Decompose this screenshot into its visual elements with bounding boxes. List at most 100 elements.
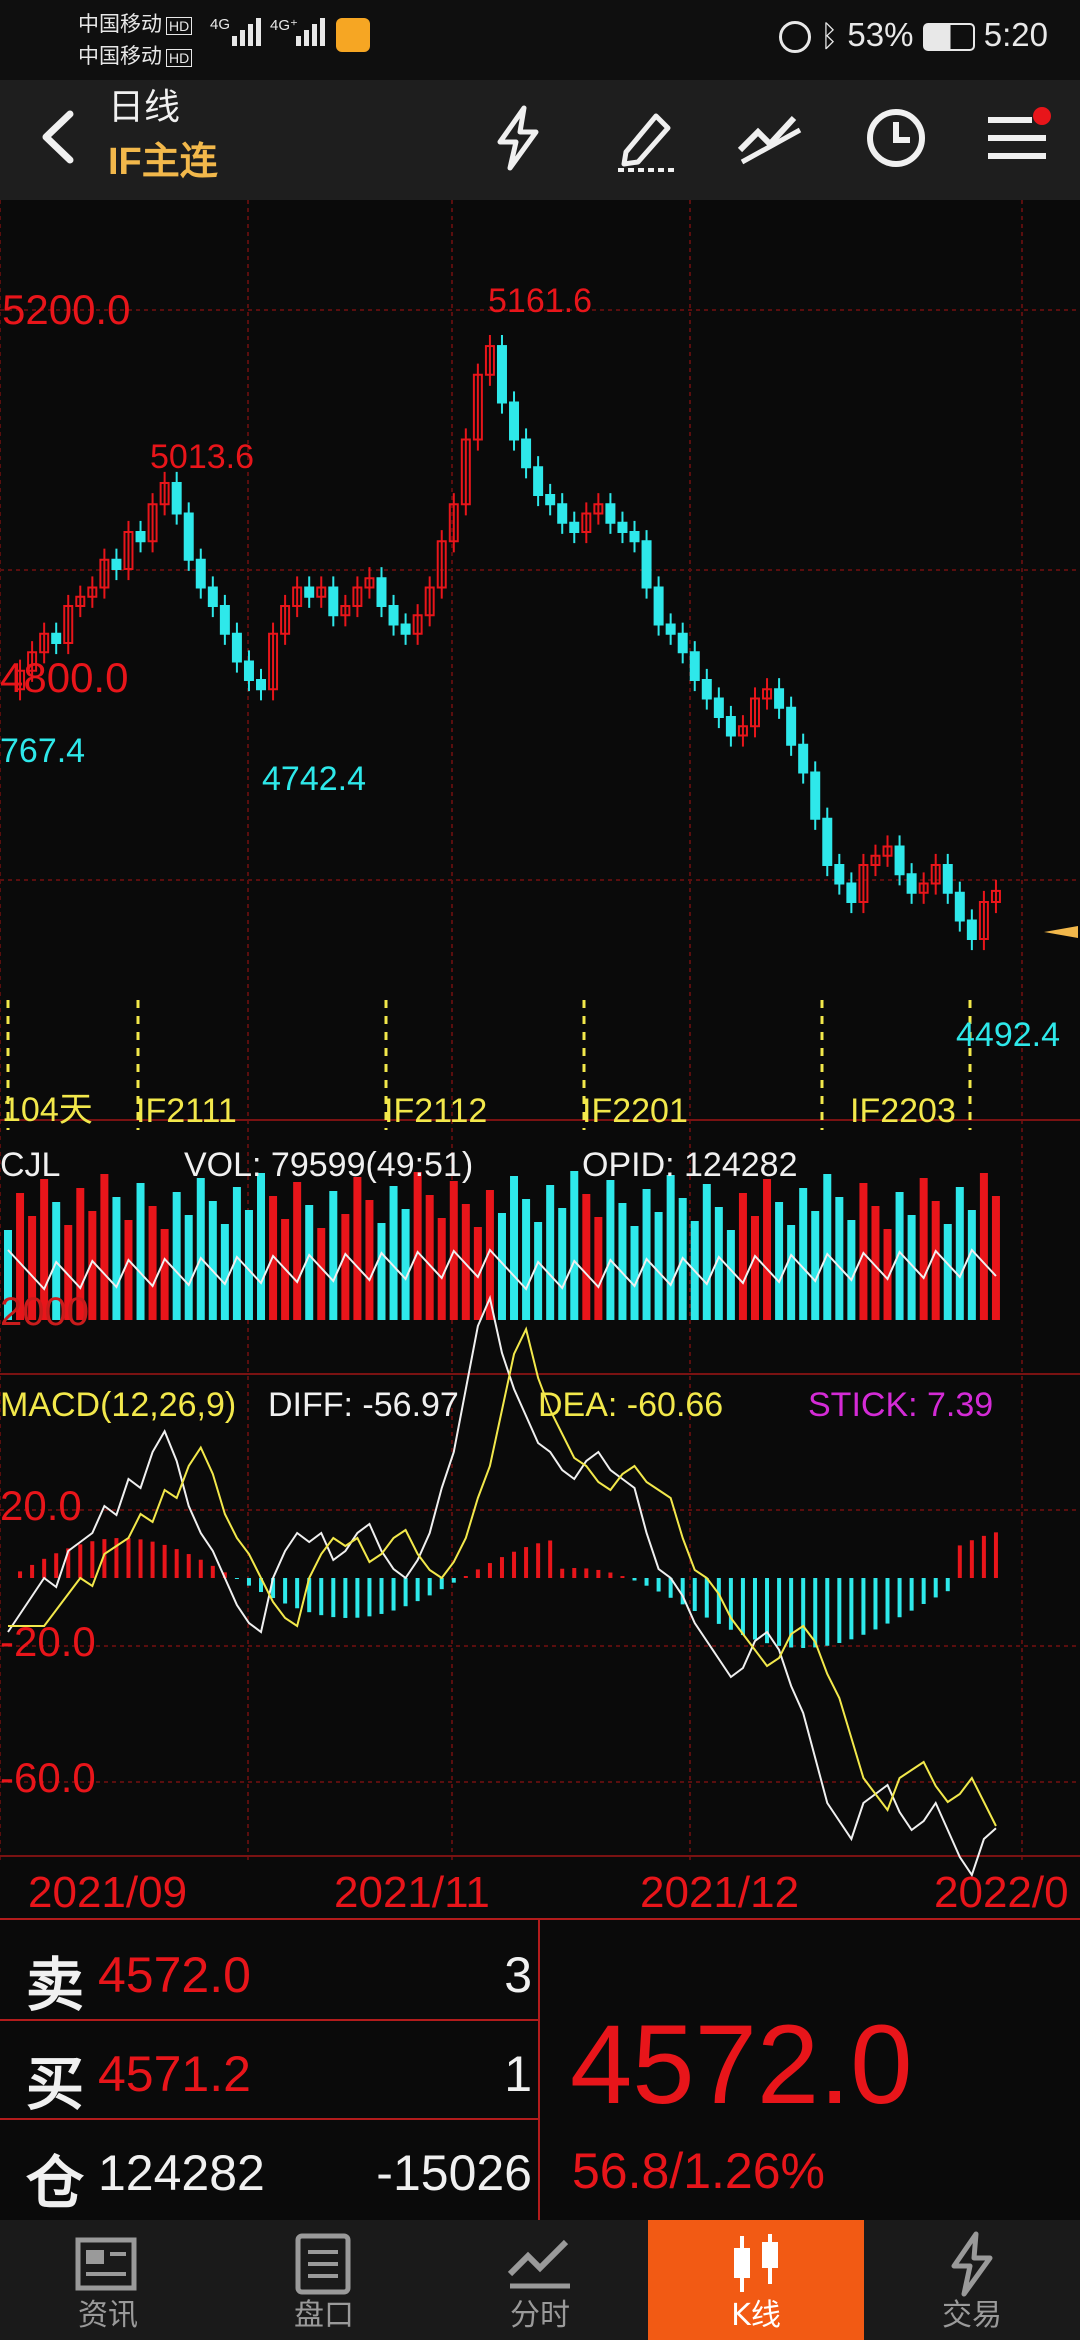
candle-body bbox=[906, 873, 917, 894]
tab-intraday[interactable]: 分时 bbox=[432, 2220, 648, 2340]
volume-bar bbox=[244, 1210, 253, 1320]
min-price-label: 4492.4 bbox=[956, 1016, 1060, 1054]
volume-bar bbox=[293, 1182, 302, 1320]
lightning-icon[interactable] bbox=[482, 102, 554, 174]
volume-bar bbox=[546, 1185, 555, 1320]
volume-bar bbox=[967, 1210, 976, 1320]
network-1: 4G bbox=[210, 16, 231, 33]
macd-stick bbox=[126, 1538, 131, 1578]
volume-bar bbox=[112, 1197, 121, 1320]
volume-bar bbox=[955, 1187, 964, 1320]
macd-stick bbox=[813, 1578, 818, 1648]
alarm-icon bbox=[779, 21, 812, 54]
volume-bar bbox=[847, 1220, 856, 1320]
sell-volume: 3 bbox=[504, 1947, 532, 2003]
app-notification-icon bbox=[336, 18, 370, 52]
candle-body bbox=[557, 503, 568, 524]
candle-body bbox=[219, 605, 230, 635]
candle-body bbox=[400, 623, 411, 635]
macd-stick bbox=[512, 1551, 517, 1578]
sell-row[interactable]: 卖 4572.0 3 bbox=[0, 1920, 538, 2021]
macd-stick bbox=[656, 1578, 661, 1592]
back-icon[interactable] bbox=[26, 102, 96, 172]
panel-divider bbox=[538, 1920, 540, 2222]
macd-stick bbox=[475, 1569, 480, 1578]
macd-stick bbox=[234, 1578, 239, 1580]
candle-body bbox=[629, 531, 640, 543]
left-low-label: 767.4 bbox=[0, 732, 86, 770]
volume-bar bbox=[750, 1216, 759, 1320]
volume-bar bbox=[136, 1183, 145, 1320]
macd-stick bbox=[391, 1578, 396, 1611]
pen-icon[interactable] bbox=[610, 102, 682, 174]
volume-bar bbox=[618, 1203, 627, 1320]
contract-name[interactable]: IF主连 bbox=[108, 130, 218, 185]
volume-bar bbox=[991, 1196, 1000, 1320]
macd-stick bbox=[30, 1564, 35, 1578]
macd-stick bbox=[427, 1578, 432, 1596]
date-axis-sep: 2021/09 bbox=[28, 1868, 188, 1917]
volume-bar bbox=[775, 1202, 784, 1320]
bottom-tab-bar: 资讯 盘口 分时 K线 交易 bbox=[0, 2220, 1080, 2340]
tab-orderbook-label: 盘口 bbox=[294, 2298, 354, 2333]
candle-body bbox=[207, 586, 218, 607]
candle-body bbox=[304, 586, 315, 598]
macd-stick bbox=[620, 1576, 625, 1578]
candle-body bbox=[798, 743, 809, 774]
network-2: 4G⁺ bbox=[270, 17, 298, 34]
macd-stick bbox=[90, 1541, 95, 1578]
open-interest-change: -15026 bbox=[376, 2145, 532, 2201]
volume-bar bbox=[522, 1199, 531, 1320]
menu-icon[interactable] bbox=[984, 102, 1056, 174]
macd-stick bbox=[487, 1563, 492, 1578]
volume-bar bbox=[582, 1194, 591, 1320]
macd-stick bbox=[584, 1568, 589, 1578]
buy-volume: 1 bbox=[504, 2046, 532, 2102]
macd-stick bbox=[777, 1578, 782, 1646]
clock-icon[interactable] bbox=[860, 102, 932, 174]
macd-stick bbox=[54, 1553, 59, 1578]
macd-stick bbox=[138, 1539, 143, 1578]
tab-orderbook[interactable]: 盘口 bbox=[216, 2220, 432, 2340]
candle-body bbox=[521, 438, 532, 469]
tab-kline[interactable]: K线 bbox=[648, 2220, 864, 2340]
macd-stick bbox=[355, 1578, 360, 1618]
candle-body bbox=[966, 919, 977, 940]
last-price-marker bbox=[1044, 926, 1078, 938]
signal-1-icon bbox=[232, 18, 264, 46]
macd-stick bbox=[319, 1578, 324, 1616]
candle-body bbox=[569, 521, 580, 533]
volume-bar bbox=[257, 1173, 266, 1320]
volume-bar bbox=[859, 1183, 868, 1320]
macd-stick bbox=[18, 1571, 23, 1578]
candle-body bbox=[942, 864, 953, 894]
candle-body bbox=[653, 586, 664, 626]
candle-body bbox=[677, 632, 688, 654]
tab-news[interactable]: 资讯 bbox=[0, 2220, 216, 2340]
volume-label: CJL bbox=[0, 1146, 61, 1184]
carrier-2: 中国移动 HD bbox=[78, 40, 193, 70]
volume-bar bbox=[654, 1212, 663, 1320]
volume-bar bbox=[377, 1223, 386, 1320]
tab-news-label: 资讯 bbox=[78, 2298, 138, 2333]
volume-bar bbox=[148, 1206, 157, 1320]
buy-row[interactable]: 买 4571.2 1 bbox=[0, 2019, 538, 2120]
line-draw-icon[interactable] bbox=[734, 102, 806, 174]
volume-bar bbox=[726, 1230, 735, 1320]
volume-bar bbox=[763, 1179, 772, 1320]
candle-body bbox=[388, 605, 399, 626]
tab-trade[interactable]: 交易 bbox=[864, 2220, 1080, 2340]
candle-body bbox=[231, 632, 242, 663]
volume-bar bbox=[666, 1175, 675, 1320]
volume-bar bbox=[606, 1180, 615, 1320]
volume-bar bbox=[317, 1228, 326, 1320]
macd-stick bbox=[993, 1532, 998, 1578]
macd-stick bbox=[572, 1568, 577, 1578]
chart-area[interactable]: 5200.0 4800.0 5161.6 5013.6 4742.4 767.4… bbox=[0, 200, 1080, 1920]
volume-bar bbox=[425, 1195, 434, 1320]
volume-bar bbox=[160, 1229, 169, 1320]
candle-body bbox=[496, 345, 507, 404]
macd-stick bbox=[704, 1578, 709, 1618]
macd-stick bbox=[897, 1578, 902, 1618]
macd-stick bbox=[945, 1578, 950, 1592]
